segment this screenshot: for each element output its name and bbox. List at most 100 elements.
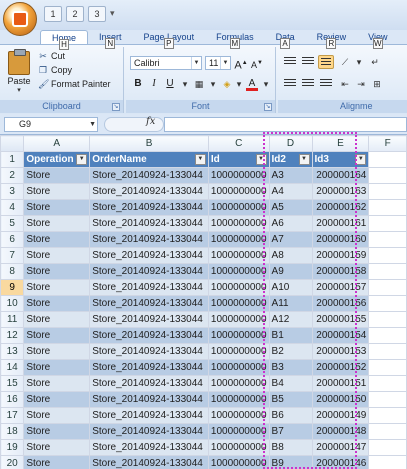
data-cell[interactable]: Store_20140924-133044 (89, 295, 209, 312)
qat-save-button[interactable]: 1 (44, 6, 62, 22)
increase-indent-icon[interactable]: ⇥ (354, 77, 368, 91)
data-cell[interactable]: 1000000000 (207, 311, 270, 328)
header-cell[interactable]: OrderName ▼ (89, 151, 209, 168)
row-header[interactable]: 16 (0, 391, 25, 408)
data-cell[interactable]: Store (23, 231, 91, 248)
row-header[interactable]: 4 (0, 199, 25, 216)
align-middle-icon[interactable] (300, 55, 316, 69)
column-header-e[interactable]: E (311, 135, 370, 152)
data-cell[interactable]: Store (23, 439, 91, 456)
empty-cell[interactable] (368, 247, 407, 264)
font-name-combo[interactable]: Calibri ▼ (130, 56, 202, 70)
data-cell[interactable]: 200000162 (311, 199, 370, 216)
italic-button[interactable]: I (148, 77, 160, 91)
data-cell[interactable]: A11 (268, 295, 313, 312)
row-header[interactable]: 20 (0, 455, 25, 469)
data-cell[interactable]: 1000000000 (207, 295, 270, 312)
header-cell[interactable]: Operation ▼ (23, 151, 91, 168)
empty-cell[interactable] (368, 231, 407, 248)
data-cell[interactable]: Store (23, 279, 91, 296)
empty-cell[interactable] (368, 375, 407, 392)
data-cell[interactable]: B5 (268, 391, 313, 408)
data-cell[interactable]: 200000161 (311, 215, 370, 232)
data-cell[interactable]: Store_20140924-133044 (89, 407, 209, 424)
data-cell[interactable]: Store_20140924-133044 (89, 327, 209, 344)
column-header-f[interactable]: F (368, 135, 407, 152)
filter-dropdown-icon[interactable]: ▼ (355, 154, 367, 165)
data-cell[interactable]: 200000156 (311, 295, 370, 312)
empty-cell[interactable] (368, 407, 407, 424)
data-cell[interactable]: A3 (268, 167, 313, 184)
data-cell[interactable]: 200000149 (311, 407, 370, 424)
empty-cell[interactable] (368, 343, 407, 360)
tab-review[interactable]: Review R (306, 30, 358, 49)
data-cell[interactable]: Store_20140924-133044 (89, 231, 209, 248)
header-cell[interactable]: Id3 ▼ (311, 151, 370, 168)
qat-redo-button[interactable]: 3 (88, 6, 106, 22)
row-header[interactable]: 19 (0, 439, 25, 456)
row-header[interactable]: 7 (0, 247, 25, 264)
data-cell[interactable]: 200000153 (311, 343, 370, 360)
align-right-icon[interactable] (318, 77, 334, 91)
data-cell[interactable]: Store_20140924-133044 (89, 359, 209, 376)
column-header-d[interactable]: D (268, 135, 313, 152)
data-cell[interactable]: 200000147 (311, 439, 370, 456)
empty-cell[interactable] (368, 151, 407, 168)
data-cell[interactable]: 1000000000 (207, 263, 270, 280)
data-cell[interactable]: Store (23, 311, 91, 328)
format-painter-button[interactable]: 🖌 Format Painter (38, 78, 111, 90)
align-center-icon[interactable] (300, 77, 316, 91)
data-cell[interactable]: A5 (268, 199, 313, 216)
data-cell[interactable]: Store (23, 183, 91, 200)
empty-cell[interactable] (368, 391, 407, 408)
data-cell[interactable]: Store (23, 263, 91, 280)
copy-button[interactable]: ❐ Copy (38, 64, 72, 76)
empty-cell[interactable] (368, 423, 407, 440)
data-cell[interactable]: 200000152 (311, 359, 370, 376)
empty-cell[interactable] (368, 311, 407, 328)
underline-button[interactable]: U (164, 77, 176, 91)
row-header[interactable]: 2 (0, 167, 25, 184)
data-cell[interactable]: 1000000000 (207, 359, 270, 376)
wrap-text-icon[interactable]: ↵ (368, 55, 382, 69)
data-cell[interactable]: B6 (268, 407, 313, 424)
filter-dropdown-icon[interactable]: ▼ (298, 154, 310, 165)
data-cell[interactable]: 1000000000 (207, 439, 270, 456)
empty-cell[interactable] (368, 455, 407, 469)
data-cell[interactable]: 200000146 (311, 455, 370, 469)
data-cell[interactable]: 200000155 (311, 311, 370, 328)
data-cell[interactable]: Store_20140924-133044 (89, 455, 209, 469)
row-header[interactable]: 6 (0, 231, 25, 248)
data-cell[interactable]: Store (23, 407, 91, 424)
data-cell[interactable]: A4 (268, 183, 313, 200)
data-cell[interactable]: A8 (268, 247, 313, 264)
column-header-c[interactable]: C (207, 135, 270, 152)
data-cell[interactable]: A6 (268, 215, 313, 232)
cut-button[interactable]: ✂ Cut (38, 50, 65, 62)
borders-icon[interactable]: ▦ (192, 77, 206, 91)
data-cell[interactable]: B8 (268, 439, 313, 456)
font-color-dropdown-icon[interactable]: ▾ (259, 77, 273, 91)
row-header[interactable]: 9 (0, 279, 25, 296)
row-header[interactable]: 13 (0, 343, 25, 360)
empty-cell[interactable] (368, 279, 407, 296)
data-cell[interactable]: Store_20140924-133044 (89, 263, 209, 280)
insert-function-icon[interactable]: fx (146, 116, 155, 127)
tab-insert[interactable]: Insert N (88, 30, 133, 49)
align-top-icon[interactable] (282, 55, 298, 69)
data-cell[interactable]: B9 (268, 455, 313, 469)
data-cell[interactable]: 200000148 (311, 423, 370, 440)
empty-cell[interactable] (368, 215, 407, 232)
data-cell[interactable]: 200000164 (311, 167, 370, 184)
row-header[interactable]: 15 (0, 375, 25, 392)
data-cell[interactable]: 200000154 (311, 327, 370, 344)
name-box-dropdown-icon[interactable]: ▼ (89, 118, 96, 131)
row-header[interactable]: 14 (0, 359, 25, 376)
data-cell[interactable]: 1000000000 (207, 343, 270, 360)
font-size-combo[interactable]: 11 ▼ (205, 56, 231, 70)
data-cell[interactable]: Store (23, 359, 91, 376)
row-header[interactable]: 10 (0, 295, 25, 312)
header-cell[interactable]: Id ▼ (207, 151, 270, 168)
data-cell[interactable]: 1000000000 (207, 423, 270, 440)
row-header[interactable]: 3 (0, 183, 25, 200)
